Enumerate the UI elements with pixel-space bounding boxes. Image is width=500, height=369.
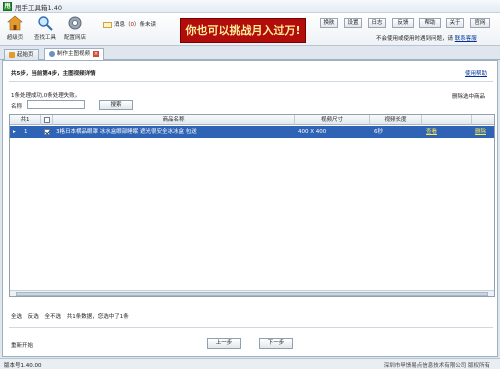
- skin-button[interactable]: 换肤: [320, 18, 338, 28]
- window-title: 甩手工具箱1.40: [15, 4, 62, 12]
- step-title: 共5步，当前第4步，主图视频详情: [11, 71, 96, 77]
- home-tool-button[interactable]: 超级页: [3, 15, 27, 41]
- prev-step-button[interactable]: 上一步: [207, 338, 241, 349]
- scrollbar-thumb[interactable]: [16, 292, 488, 296]
- tab-make-video[interactable]: 制作主图视频 ×: [44, 48, 105, 60]
- tab-start-label: 起始页: [17, 52, 34, 58]
- settings-button[interactable]: 设置: [344, 18, 362, 28]
- app-icon: 甩: [3, 2, 12, 11]
- row-video-size: 400 X 400: [298, 129, 327, 135]
- restart-link[interactable]: 重新开始: [11, 341, 33, 349]
- divider: [9, 81, 493, 82]
- row-index: 1: [24, 129, 28, 135]
- copyright-label: 深圳市甲馈易点信息技术有限公司 版权所有: [383, 363, 490, 369]
- col-video-size: 视频尺寸: [295, 115, 370, 125]
- row-pointer-icon: ▸: [13, 129, 16, 135]
- find-tool-label: 查找工具: [33, 35, 56, 41]
- selection-summary: 共1条数据，您选中了1条: [66, 314, 129, 320]
- message-suffix: ）条未读: [134, 22, 157, 28]
- title-bar: 甩 甩手工具箱1.40: [0, 0, 500, 13]
- col-view: [422, 115, 472, 125]
- feedback-button[interactable]: 反馈: [392, 18, 414, 28]
- about-button[interactable]: 关于: [446, 18, 464, 28]
- name-search-input[interactable]: [27, 100, 85, 109]
- promo-banner[interactable]: 你也可以挑战月入过万!: [180, 18, 306, 43]
- home-icon: [7, 15, 23, 31]
- tab-strip: 起始页 制作主图视频 ×: [0, 46, 500, 60]
- gear-icon: [68, 16, 82, 30]
- find-tool-button[interactable]: 查找工具: [33, 15, 57, 41]
- grid-header: 共1 商品名称 视频尺寸 视频长度: [10, 115, 494, 125]
- row-checkbox[interactable]: [44, 128, 50, 135]
- video-tab-icon: [49, 50, 55, 57]
- website-button[interactable]: 官网: [470, 18, 490, 28]
- help-button[interactable]: 帮助: [419, 18, 441, 28]
- row-delete-cell: 删除: [475, 126, 493, 138]
- contact-line: 不会使用或使用时遇到问题，请 联系客服: [376, 34, 477, 42]
- contact-text: 不会使用或使用时遇到问题，请: [376, 36, 454, 42]
- selection-bar: 全选 反选 全不选 共1条数据，您选中了1条: [11, 312, 133, 320]
- main-panel: 共5步，当前第4步，主图视频详情 使用帮助 1条处理成功,0条处理失败。 删除选…: [2, 60, 498, 357]
- row-video-length: 6秒: [374, 129, 383, 135]
- product-grid: 共1 商品名称 视频尺寸 视频长度 ▸ 1 3格日本横品眼罩 冰水盒眼部睡眠 遮…: [9, 114, 495, 297]
- row-delete-link[interactable]: 删除: [475, 129, 486, 135]
- usage-help-link[interactable]: 使用帮助: [465, 69, 487, 77]
- process-status: 1条处理成功,0条处理失败。: [11, 93, 81, 99]
- messages-link[interactable]: 消息（0）条未读: [103, 20, 156, 28]
- select-none-link[interactable]: 全不选: [45, 314, 62, 320]
- search-button[interactable]: 搜索: [99, 100, 133, 110]
- name-label: 名称: [11, 104, 23, 110]
- close-tab-icon[interactable]: ×: [93, 50, 100, 57]
- col-count: 共1: [10, 115, 41, 125]
- row-view-cell: 查看: [426, 126, 466, 138]
- toolbar: 超级页 查找工具 配置网店 消息（0）条未读 你也可以挑战月入过万! 换肤 设置…: [0, 13, 500, 46]
- divider: [9, 327, 493, 328]
- horizontal-scrollbar[interactable]: [10, 290, 494, 296]
- search-tool-icon: [38, 16, 53, 31]
- tab-start-page[interactable]: 起始页: [4, 49, 39, 60]
- col-video-length: 视频长度: [370, 115, 422, 125]
- col-select-all[interactable]: [41, 115, 53, 125]
- envelope-icon: [103, 21, 112, 28]
- log-button[interactable]: 日志: [368, 18, 386, 28]
- message-prefix: 消息（: [114, 22, 131, 28]
- row-checkbox-cell[interactable]: [44, 126, 54, 138]
- select-all-checkbox[interactable]: [43, 116, 50, 123]
- contact-support-link[interactable]: 联系客服: [455, 36, 477, 42]
- col-delete: [472, 115, 494, 125]
- home-tool-label: 超级页: [6, 35, 24, 41]
- next-step-button[interactable]: 下一步: [259, 338, 293, 349]
- home-tab-icon: [9, 51, 15, 58]
- table-row[interactable]: ▸ 1 3格日本横品眼罩 冰水盒眼部睡眠 遮光很安全冰冰盒 包送 400 X 4…: [10, 126, 494, 138]
- status-bar: 版本号1.40.00 深圳市甲馈易点信息技术有限公司 版权所有: [0, 358, 500, 369]
- version-label: 版本号1.40.00: [4, 363, 42, 369]
- tab-make-video-label: 制作主图视频: [57, 51, 91, 57]
- invert-selection-link[interactable]: 反选: [28, 314, 39, 320]
- select-all-link[interactable]: 全选: [11, 314, 22, 320]
- row-view-link[interactable]: 查看: [426, 129, 437, 135]
- config-store-button[interactable]: 配置网店: [63, 15, 87, 41]
- delete-selected-link[interactable]: 删除选中商品: [452, 92, 485, 100]
- col-product-name: 商品名称: [53, 115, 295, 125]
- row-product-name: 3格日本横品眼罩 冰水盒眼部睡眠 遮光很安全冰冰盒 包送: [56, 129, 197, 135]
- config-store-label: 配置网店: [63, 35, 86, 41]
